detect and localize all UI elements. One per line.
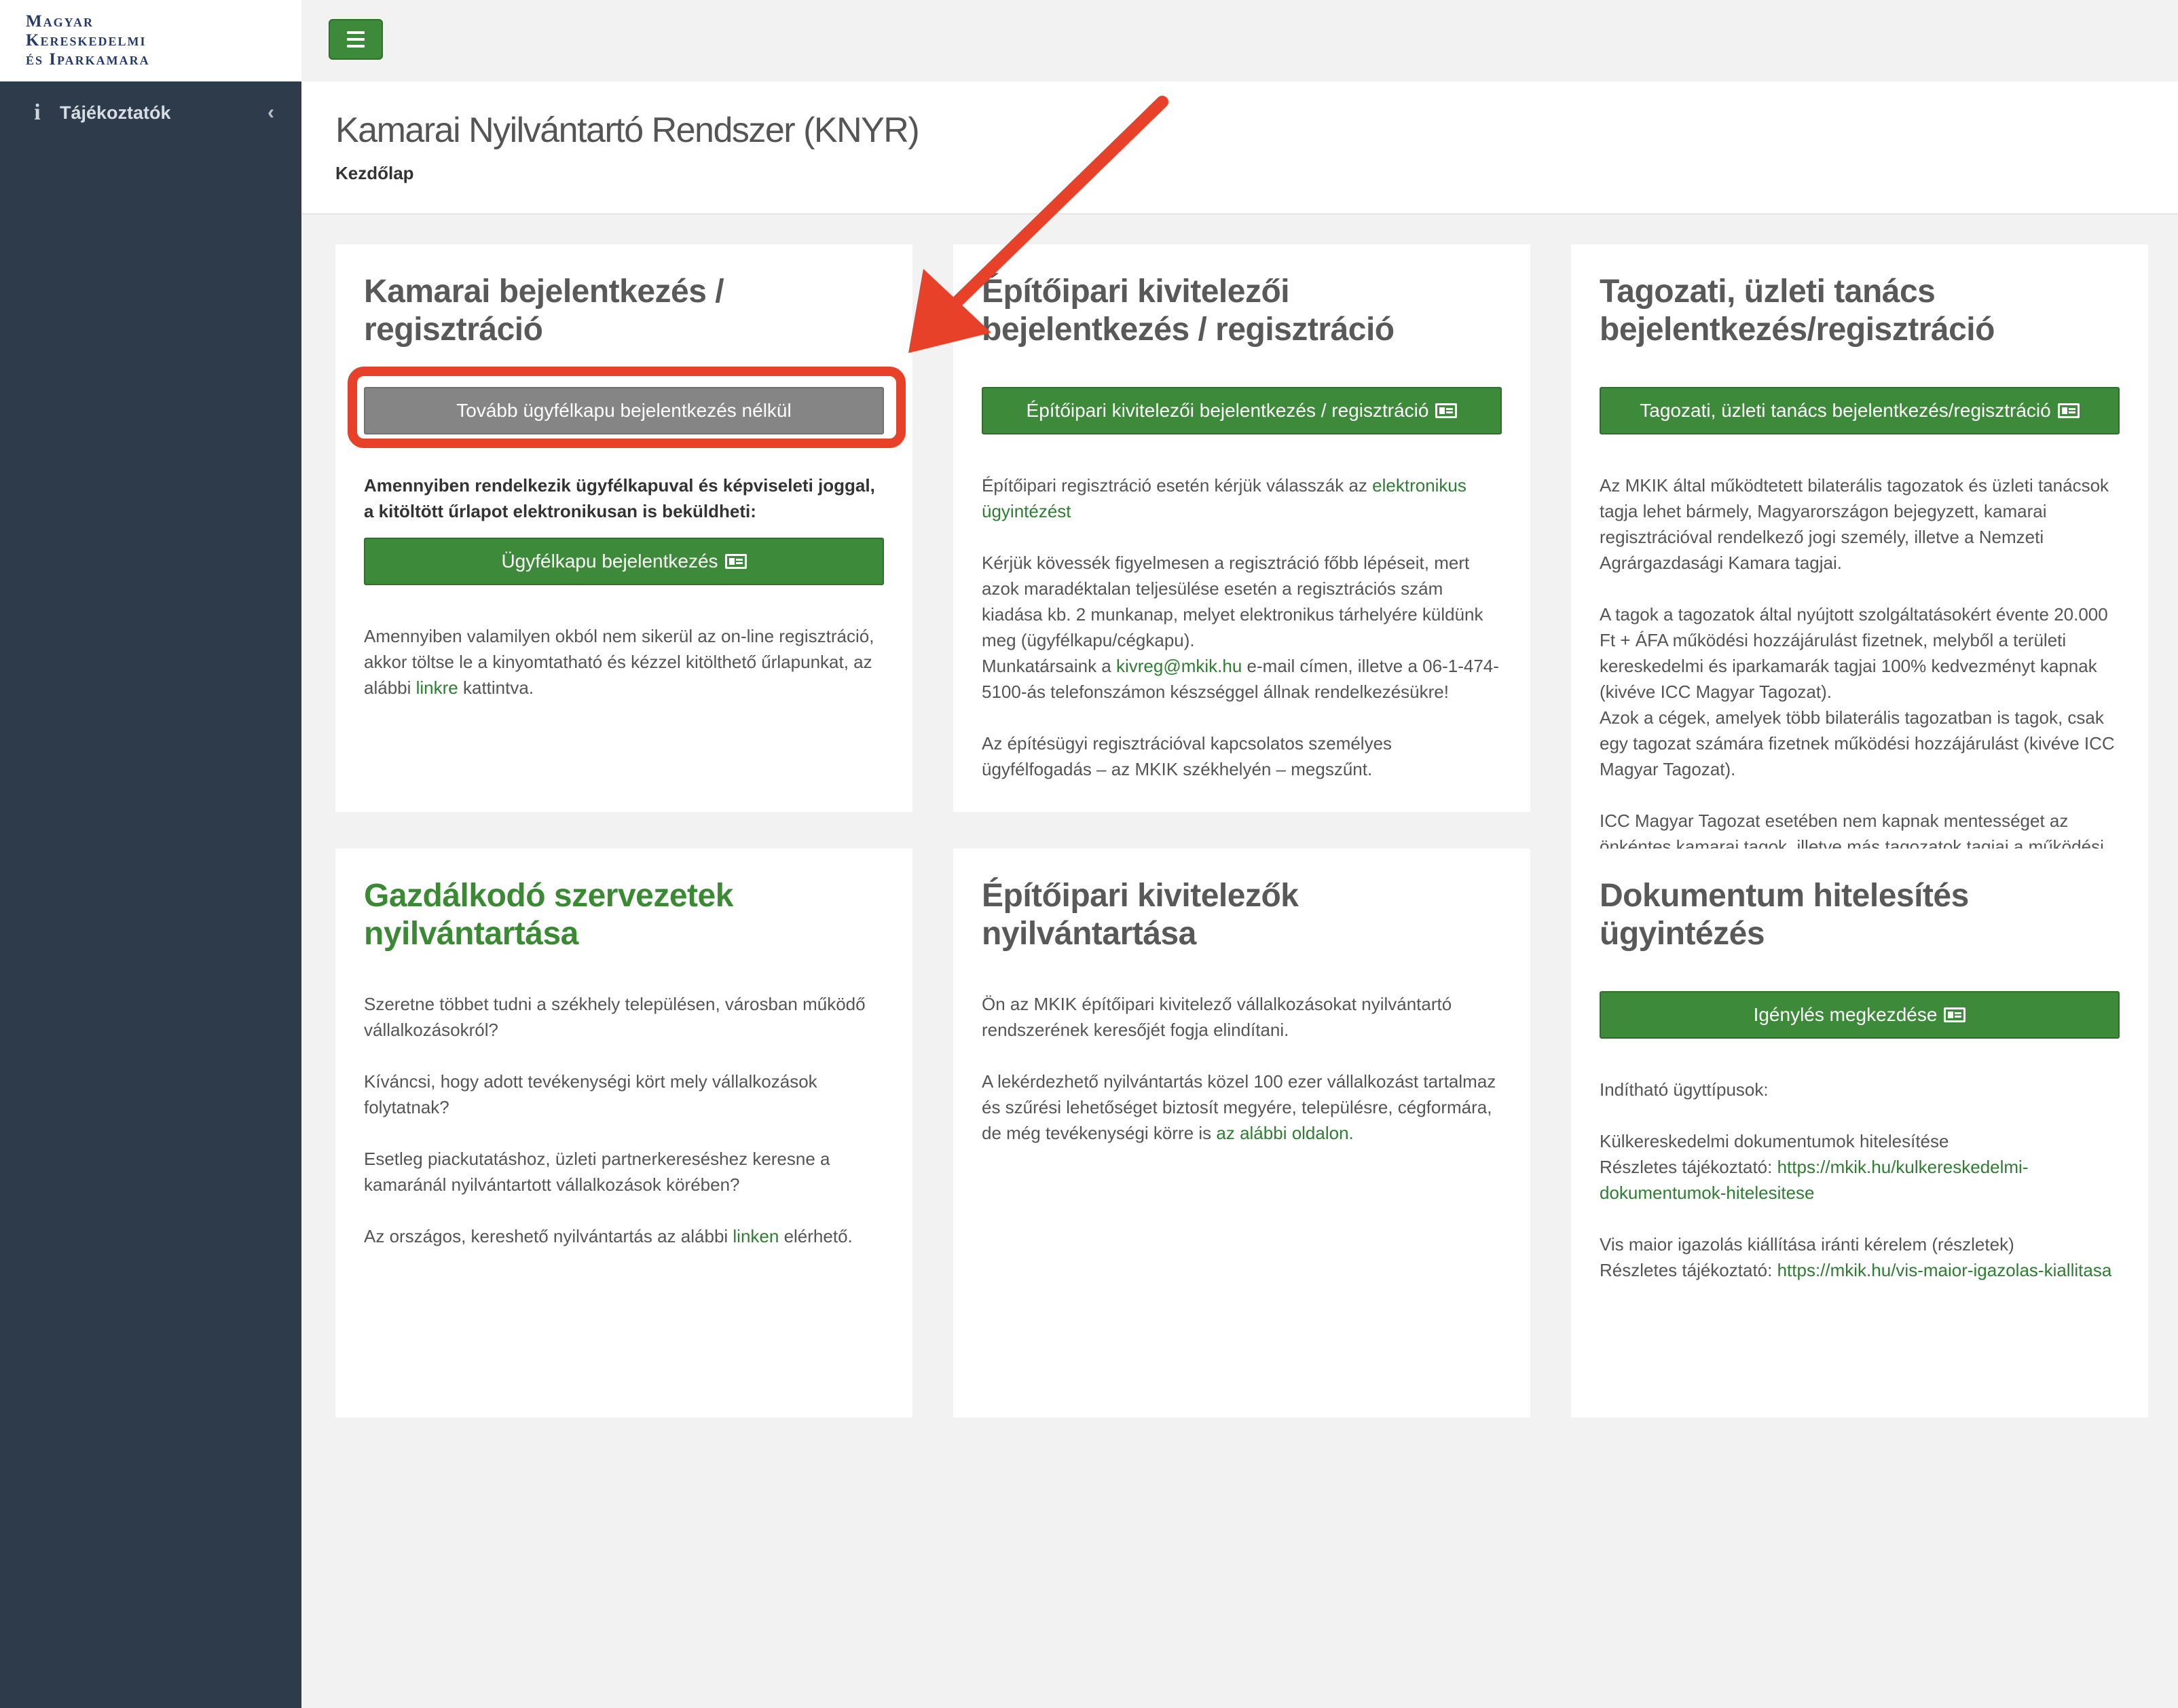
card-epitoipari-nyilvantartas: Építőipari kivitelezők nyilvántartása Ön… [953,849,1530,1417]
start-request-button[interactable]: Igénylés megkezdése [1600,991,2120,1039]
topbar [301,0,2178,81]
gazdalkodo-p1: Szeretne többet tudni a székhely települ… [364,994,866,1040]
dokumentum-p1: Indítható ügyttípusok: [1600,1079,1769,1100]
sidebar: Magyar Kereskedelmi és Iparkamara i Tájé… [0,0,301,1708]
card-title: Gazdálkodó szervezetek nyilvántartása [364,878,733,952]
sidebar-item-label: Tájékoztatók [60,102,171,123]
id-card-icon [2057,403,2080,418]
id-card-icon [1944,1007,1966,1022]
chevron-left-icon: ‹ [267,101,274,124]
hamburger-icon [347,38,365,41]
hamburger-icon [347,31,365,34]
epitoipari-p1-text: Építőipari regisztráció esetén kérjük vá… [982,475,1373,496]
gazdalkodo-p3: Esetleg piackutatáshoz, üzleti partnerke… [364,1149,830,1195]
dokumentum-p2: Külkereskedelmi dokumentumok hitelesítés… [1600,1128,2120,1206]
dokumentum-p2-label: Részletes tájékoztató: [1600,1157,1777,1177]
page-title: Kamarai Nyilvántartó Rendszer (KNYR) [335,111,920,150]
tagozati-p2-a: A tagok a tagozatok által nyújtott szolg… [1600,604,2108,702]
info-icon: i [34,100,41,125]
kivreg-email-link[interactable]: kivreg@mkik.hu [1116,656,1242,676]
nyilvantartas-link[interactable]: linken [733,1226,779,1246]
gazdalkodo-p2: Kíváncsi, hogy adott tevékenységi kört m… [364,1071,817,1117]
logo[interactable]: Magyar Kereskedelmi és Iparkamara [0,0,301,81]
epitoipari-p2-text-1: Kérjük kövessék figyelmesen a regisztrác… [982,553,1483,650]
dokumentum-p2-line1: Külkereskedelmi dokumentumok hitelesítés… [1600,1131,1949,1151]
id-card-icon [1435,403,1458,418]
logo-line-1: Magyar [26,12,94,31]
gazdalkodo-p4: Az országos, kereshető nyilvántartás az … [364,1223,884,1249]
epitoipari-login-button[interactable]: Építőipari kivitelezői bejelentkezés / r… [982,387,1502,434]
button-label: Igénylés megkezdése [1753,1004,1938,1025]
epitoipari-p2: Kérjük kövessék figyelmesen a regisztrác… [982,550,1502,705]
menu-toggle-button[interactable] [329,19,383,60]
button-label: Ügyfélkapu bejelentkezés [501,551,718,572]
card-title: Építőipari kivitelezői bejelentkezés / r… [982,274,1395,348]
button-label: Tagozati, üzleti tanács bejelentkezés/re… [1640,400,2051,421]
button-label: Építőipari kivitelezői bejelentkezés / r… [1026,400,1429,421]
card-kamarai-bejelentkezes: Kamarai bejelentkezés / regisztráció Tov… [335,244,912,812]
tagozati-login-button[interactable]: Tagozati, üzleti tanács bejelentkezés/re… [1600,387,2120,434]
page-header: Kamarai Nyilvántartó Rendszer (KNYR) Kez… [301,81,2178,215]
card-title: Dokumentum hitelesítés ügyintézés [1600,878,1969,952]
sidebar-item-tajekoztatok[interactable]: i Tájékoztatók ‹ [0,81,301,144]
tagozati-p1: Az MKIK által működtetett bilaterális ta… [1600,475,2109,573]
gazdalkodo-p4-text: Az országos, kereshető nyilvántartás az … [364,1226,733,1246]
logo-line-3: és Iparkamara [26,50,150,69]
alabbi-oldalon-link[interactable]: az alábbi oldalon. [1216,1123,1353,1143]
logo-line-2: Kereskedelmi [26,31,147,50]
offline-form-text: Amennyiben valamilyen okból nem sikerül … [364,623,884,701]
printable-form-link[interactable]: linkre [416,677,458,698]
tagozati-p2: A tagok a tagozatok által nyújtott szolg… [1600,601,2120,782]
id-card-icon [724,554,747,569]
hamburger-icon [347,45,365,48]
epitoipari-nyilv-p2: A lekérdezhető nyilvántartás közel 100 e… [982,1069,1502,1146]
tagozati-p3: ICC Magyar Tagozat esetében nem kapnak m… [1600,811,2104,849]
dokumentum-p3-line1: Vis maior igazolás kiállítása iránti kér… [1600,1234,2014,1255]
breadcrumb[interactable]: Kezdőlap [335,163,414,184]
ugyfelkapu-info-text: Amennyiben rendelkezik ügyfélkapuval és … [364,475,875,521]
dokumentum-p3-label: Részletes tájékoztató: [1600,1260,1777,1280]
gazdalkodo-p4-after: elérhető. [779,1226,853,1246]
vis-maior-link[interactable]: https://mkik.hu/vis-maior-igazolas-kiall… [1777,1260,2112,1280]
ugyfelkapu-login-button[interactable]: Ügyfélkapu bejelentkezés [364,538,884,585]
epitoipari-p2-text-2: Munkatársaink a [982,656,1116,676]
dokumentum-p3: Vis maior igazolás kiállítása iránti kér… [1600,1231,2120,1283]
card-tagozati-bejelentkezes: Tagozati, üzleti tanács bejelentkezés/re… [1571,244,2148,849]
card-title: Tagozati, üzleti tanács bejelentkezés/re… [1600,274,1995,348]
epitoipari-p3: Az építésügyi regisztrációval kapcsolato… [982,733,1392,779]
tagozati-p2-b: Azok a cégek, amelyek több bilaterális t… [1600,707,2115,779]
highlight-box [348,367,906,448]
card-title: Kamarai bejelentkezés / regisztráció [364,274,724,348]
card-dokumentum-hitelesites: Dokumentum hitelesítés ügyintézés Igényl… [1571,849,2148,1417]
epitoipari-nyilv-p1: Ön az MKIK építőipari kivitelező vállalk… [982,994,1452,1040]
card-title: Építőipari kivitelezők nyilvántartása [982,878,1299,952]
card-epitoipari-bejelentkezes: Építőipari kivitelezői bejelentkezés / r… [953,244,1530,812]
card-gazdalkodo-szervezetek: Gazdálkodó szervezetek nyilvántartása Sz… [335,849,912,1417]
epitoipari-p1: Építőipari regisztráció esetén kérjük vá… [982,472,1502,524]
offline-form-text-2: kattintva. [458,677,534,698]
